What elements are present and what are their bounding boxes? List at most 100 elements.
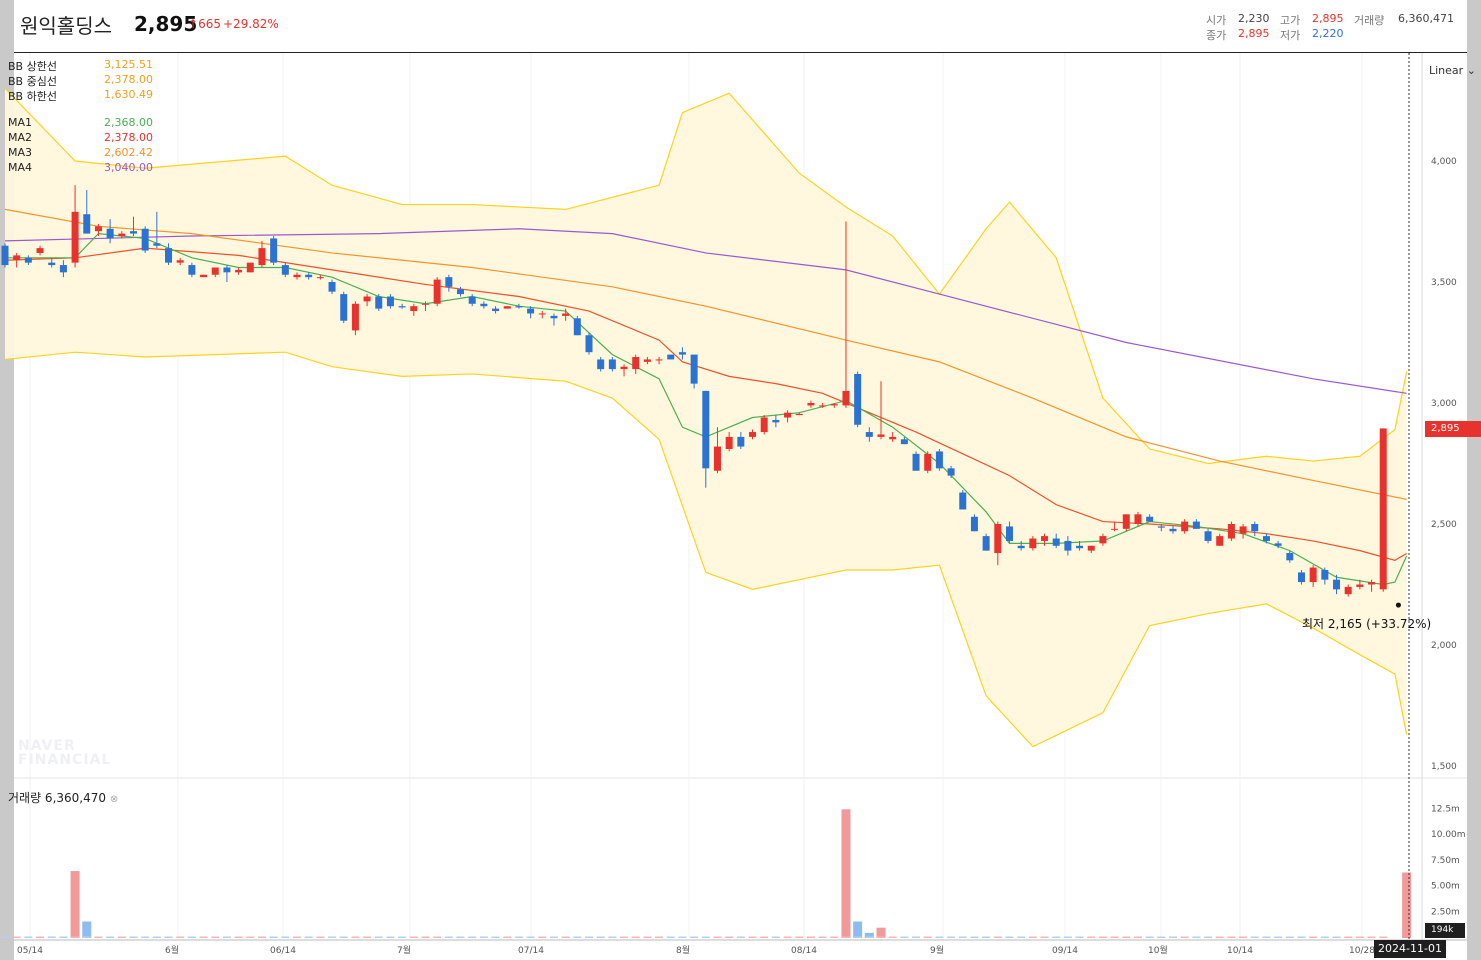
candle-body [935, 451, 943, 469]
legend-bb-lower[interactable]: BB 하한선 1,630.49 [8, 88, 158, 103]
volume-bar [1239, 936, 1248, 938]
candle-body [795, 413, 803, 416]
candle-body [1286, 553, 1294, 561]
volume-bar [187, 936, 196, 938]
volume-bar [82, 921, 92, 938]
volume-bar [631, 936, 640, 938]
volume-legend[interactable]: 거래량 6,360,470 ⊗ [8, 789, 118, 806]
volume-tag: 194k [1425, 923, 1465, 938]
volume-bar [655, 936, 664, 938]
close-icon[interactable]: ⊗ [110, 794, 118, 805]
candle-body [515, 306, 523, 308]
volume-bar [935, 936, 944, 938]
candle-body [550, 315, 558, 319]
candle-body [1041, 536, 1049, 541]
candle-body [830, 404, 838, 406]
x-tick-label: 09/14 [1052, 946, 1078, 956]
volume-bar [281, 936, 290, 938]
candle-body [1157, 526, 1165, 528]
scale-mode-toggle[interactable]: Linear ⌄ [1429, 64, 1476, 77]
candle-body [398, 306, 406, 308]
candle-body [585, 335, 593, 353]
candle-body [702, 390, 710, 469]
volume-bar [328, 936, 337, 938]
candle-body [597, 359, 605, 370]
volume-bar [1320, 936, 1329, 938]
volume-bar [106, 936, 115, 938]
volume-bar [876, 927, 886, 938]
candle-body [1, 245, 9, 266]
volume-bar [982, 936, 991, 938]
candle-body [1181, 521, 1189, 532]
volume-bar [736, 936, 745, 938]
candle-body [994, 524, 1002, 554]
volume-bar [678, 936, 687, 938]
candle-body [328, 282, 336, 292]
candle-body [48, 262, 56, 266]
volume-bar [514, 936, 523, 938]
candle-body [421, 303, 429, 305]
volume-bar [269, 936, 278, 938]
volume-bar [912, 936, 921, 938]
candle-body [900, 439, 908, 445]
volume-bar [374, 936, 383, 938]
x-tick-label: 8월 [676, 944, 690, 956]
x-tick-label: 10/14 [1227, 946, 1253, 956]
volume-bar [1379, 936, 1388, 938]
volume-bar [386, 936, 395, 938]
x-tick-label: 05/14 [17, 946, 43, 956]
candle-body [258, 248, 266, 266]
volume-bar [970, 936, 979, 938]
volume-bar [1192, 936, 1201, 938]
x-tick-label: 9월 [930, 944, 944, 956]
legend-bb-middle[interactable]: BB 중심선 2,378.00 [8, 73, 158, 88]
candle-body [842, 390, 850, 406]
x-tick-label: 7월 [397, 944, 411, 956]
candle-body [1274, 543, 1282, 546]
legend-ma1[interactable]: MA1 2,368.00 [8, 116, 158, 130]
current-price-tag: 2,895 [1425, 421, 1481, 437]
volume-bar [1204, 936, 1213, 938]
candle-body [1099, 536, 1107, 544]
candle-body [1087, 545, 1095, 551]
volume-bar [1332, 936, 1341, 938]
low-marker-dot [1395, 602, 1401, 608]
volume-tick-label: 12.5m [1431, 804, 1460, 814]
candle-body [854, 373, 862, 425]
candle-body [468, 296, 476, 304]
legend-ma2[interactable]: MA2 2,378.00 [8, 131, 158, 145]
volume-bar [117, 936, 126, 938]
volume-bar [538, 936, 547, 938]
legend-bb-upper[interactable]: BB 상한선 3,125.51 [8, 58, 158, 73]
candle-body [36, 248, 44, 253]
candle-body [678, 352, 686, 355]
legend-ma4[interactable]: MA4 3,040.00 [8, 161, 158, 175]
x-tick-label: 07/14 [518, 946, 544, 956]
volume-bar [1005, 936, 1014, 938]
volume-bar [176, 936, 185, 938]
candle-body [1204, 531, 1212, 541]
volume-bar [853, 936, 862, 938]
volume-bar [900, 936, 909, 938]
candle-body [1216, 536, 1224, 546]
volume-bar [830, 936, 839, 938]
volume-bar [806, 936, 815, 938]
crosshair-date: 2024-11-01 [1374, 940, 1446, 958]
legend-ma3[interactable]: MA3 2,602.42 [8, 146, 158, 160]
volume-bar [82, 936, 91, 938]
volume-bar [1355, 936, 1364, 938]
volume-bar [1402, 872, 1412, 938]
candle-body [503, 306, 511, 309]
candle-body [1239, 526, 1247, 534]
price-chart[interactable]: 4,000 3,500 3,000 2,500 2,000 1,500 12.5m 10.00… [0, 0, 1481, 960]
volume-bar [1040, 936, 1049, 938]
volume-bar [141, 936, 150, 938]
candle-body [480, 303, 488, 307]
y-tick-label: 2,000 [1431, 641, 1457, 651]
candle-body [1134, 514, 1142, 524]
volume-bar [1227, 936, 1236, 938]
x-tick-label: 08/14 [791, 946, 817, 956]
candle-body [749, 432, 757, 437]
candle-body [1146, 516, 1154, 522]
watermark-line: FINANCIAL [18, 752, 112, 768]
